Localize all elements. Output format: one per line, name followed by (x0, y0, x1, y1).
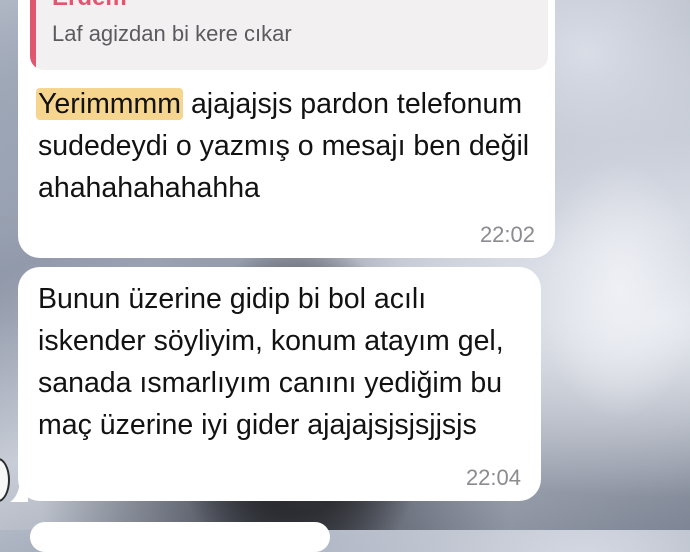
quoted-reply[interactable]: Erdem Laf agizdan bi kere cıkar (30, 0, 548, 70)
chat-wallpaper-light (540, 160, 690, 420)
message-bubble[interactable]: Erdem Laf agizdan bi kere cıkar Yerimmmm… (18, 0, 555, 258)
message-text: Bunun üzerine gidip bi bol acılı iskende… (38, 283, 504, 441)
message-text: Yerimmmm ajajajsjs pardon telefonum sude… (36, 83, 548, 209)
quoted-author: Erdem (52, 0, 127, 12)
quote-accent-bar (30, 0, 36, 70)
bubble-tail (10, 478, 28, 502)
message-timestamp: 22:04 (465, 465, 521, 490)
quoted-text: Laf agizdan bi kere cıkar (52, 21, 292, 46)
message-bubble[interactable] (30, 522, 330, 552)
search-highlight: Yerimmmm (36, 88, 184, 120)
message-bubble[interactable]: Bunun üzerine gidip bi bol acılı iskende… (18, 267, 541, 501)
message-timestamp: 22:02 (479, 222, 535, 247)
